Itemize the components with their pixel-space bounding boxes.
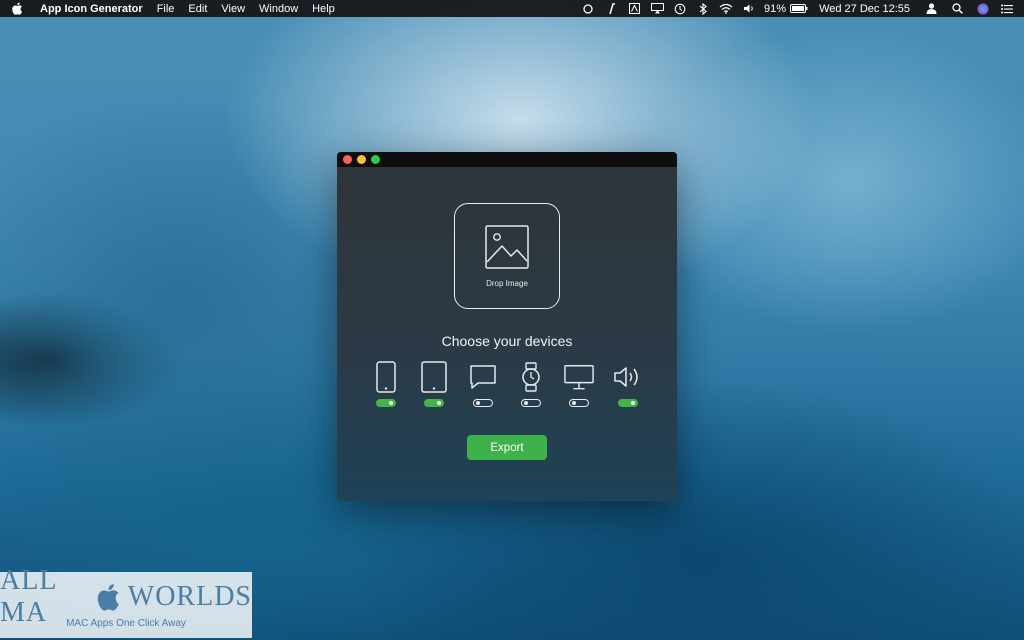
toggle-watch[interactable]	[521, 399, 541, 407]
device-watch	[511, 361, 551, 411]
battery-percent: 91%	[764, 2, 787, 15]
speaker-icon	[613, 361, 643, 393]
drop-image-zone[interactable]: Drop Image	[454, 203, 560, 309]
watermark: ALL MA WORLDS MAC Apps One Click Away	[0, 565, 252, 638]
watch-icon	[516, 361, 546, 393]
menu-bar: App Icon Generator File Edit View Window…	[0, 0, 1024, 17]
menu-help[interactable]: Help	[312, 3, 335, 15]
toggle-imessage[interactable]	[473, 399, 493, 407]
zoom-button[interactable]	[371, 155, 380, 164]
close-button[interactable]	[343, 155, 352, 164]
tablet-icon	[419, 361, 449, 393]
toggle-speaker[interactable]	[618, 399, 638, 407]
volume-icon[interactable]	[742, 2, 756, 16]
toggle-ipad[interactable]	[424, 399, 444, 407]
device-ipad	[414, 361, 454, 411]
app-menu-name[interactable]: App Icon Generator	[40, 3, 143, 15]
export-button[interactable]: Export	[467, 435, 547, 460]
menu-window[interactable]: Window	[259, 3, 298, 15]
time-machine-icon[interactable]	[673, 2, 687, 16]
menu-file[interactable]: File	[157, 3, 175, 15]
user-icon[interactable]	[924, 2, 938, 16]
device-imessage	[463, 361, 503, 411]
apple-logo-icon	[97, 583, 121, 611]
battery-icon[interactable]	[789, 2, 809, 16]
text-box-icon[interactable]	[627, 2, 641, 16]
device-mac	[559, 361, 599, 411]
device-list	[337, 361, 677, 411]
message-icon	[468, 361, 498, 393]
airplay-icon[interactable]	[650, 2, 664, 16]
drop-image-label: Drop Image	[486, 279, 528, 288]
bluetooth-icon[interactable]	[696, 2, 710, 16]
watermark-text-b: WORLDS	[127, 581, 252, 612]
image-icon	[485, 225, 529, 274]
wifi-icon[interactable]	[719, 2, 733, 16]
minimize-button[interactable]	[357, 155, 366, 164]
toggle-mac[interactable]	[569, 399, 589, 407]
circle-icon[interactable]	[581, 2, 595, 16]
search-icon[interactable]	[950, 2, 964, 16]
pen-icon[interactable]	[604, 2, 618, 16]
phone-icon	[371, 361, 401, 393]
menu-edit[interactable]: Edit	[188, 3, 207, 15]
siri-icon[interactable]	[976, 2, 990, 16]
apple-icon[interactable]	[12, 2, 24, 16]
monitor-icon	[564, 361, 594, 393]
clock[interactable]: Wed 27 Dec 12:55	[819, 3, 910, 15]
device-iphone	[366, 361, 406, 411]
title-bar[interactable]	[337, 152, 677, 167]
device-speaker	[608, 361, 648, 411]
watermark-tagline: MAC Apps One Click Away	[66, 618, 186, 629]
menu-view[interactable]: View	[221, 3, 245, 15]
app-window: Drop Image Choose your devices Export	[337, 152, 677, 501]
watermark-title: ALL MA WORLDS	[0, 565, 252, 628]
choose-devices-title: Choose your devices	[441, 333, 573, 349]
toggle-iphone[interactable]	[376, 399, 396, 407]
list-icon[interactable]	[1000, 2, 1014, 16]
